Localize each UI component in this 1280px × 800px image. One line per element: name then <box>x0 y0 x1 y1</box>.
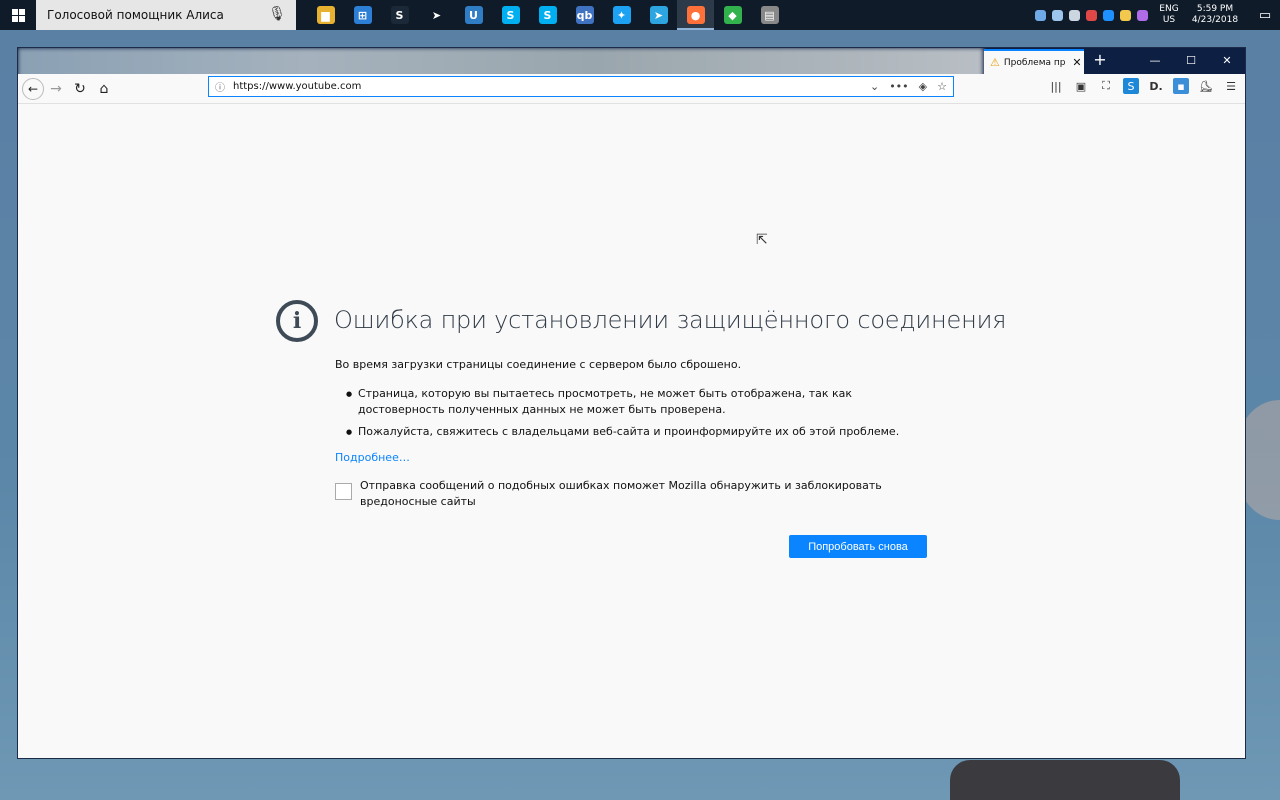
extension-badge-icon[interactable]: ▪ <box>1173 78 1189 94</box>
list-item: Пожалуйста, свяжитесь с владельцами веб-… <box>346 424 926 440</box>
tray-app-icon[interactable] <box>1137 9 1148 21</box>
taskbar-app[interactable]: S <box>529 0 566 30</box>
taskbar-app[interactable]: ◆ <box>714 0 751 30</box>
system-tray: ENG US 5:59 PM 4/23/2018 ▭ <box>1035 0 1280 30</box>
language-indicator[interactable]: ENG US <box>1158 4 1180 26</box>
error-bullets: Страница, которую вы пытаетесь просмотре… <box>346 386 926 446</box>
language-region: US <box>1162 15 1176 25</box>
close-tab-icon[interactable]: ✕ <box>1070 56 1084 69</box>
mouse-cursor-icon: ⇱ <box>756 232 768 248</box>
taskbar-app[interactable]: ▆ <box>307 0 344 30</box>
taskbar-app[interactable]: ➤ <box>640 0 677 30</box>
menu-icon[interactable]: ☰ <box>1223 78 1239 94</box>
taskbar-apps: ▆ ⊞ S ➤ U S Sqb ✦ ➤ ● ◆ ▤ <box>307 0 788 30</box>
warning-icon: ⚠ <box>990 56 1000 69</box>
page-actions-icon[interactable]: ••• <box>889 80 908 93</box>
taskbar-app[interactable]: U <box>455 0 492 30</box>
bookmark-star-icon[interactable]: ☆ <box>937 80 947 93</box>
error-page: ⇱ i Ошибка при установлении защищённого … <box>18 104 1245 758</box>
window-controls: — ☐ ✕ <box>1137 48 1245 74</box>
taskbar-app[interactable]: ▤ <box>751 0 788 30</box>
forward-button[interactable]: → <box>44 77 68 101</box>
tray-app-icon[interactable] <box>1103 9 1114 21</box>
windows-icon <box>11 8 25 22</box>
taskbar-app[interactable]: ⊞ <box>344 0 381 30</box>
maximize-icon[interactable]: ☐ <box>1173 48 1209 74</box>
learn-more-link[interactable]: Подробнее… <box>335 451 410 464</box>
report-checkbox[interactable] <box>335 483 352 500</box>
language-code: ENG <box>1159 4 1179 14</box>
url-input[interactable] <box>233 81 870 92</box>
extension-d-icon[interactable]: D. <box>1148 78 1164 94</box>
browser-window: ⚠ Проблема пр ✕ + — ☐ ✕ ← → ↻ ⌂ ⓘ ⌄ ••• … <box>17 47 1246 759</box>
skype-icon: S <box>501 6 520 24</box>
file-explorer-icon: ▆ <box>316 6 335 24</box>
voice-assistant-label: Голосовой помощник Алиса <box>47 8 224 22</box>
navigation-toolbar: ← → ↻ ⌂ ⓘ ⌄ ••• ◈ ☆ ||| ▣ ⛶ S D. ▪ ⛸ ☰ <box>18 74 1245 104</box>
report-row: Отправка сообщений о подобных ошибках по… <box>335 478 935 510</box>
pocket-icon[interactable]: ◈ <box>919 80 927 93</box>
taskbar: Голосовой помощник Алиса 🎙 ▆ ⊞ S ➤ U S Sqb ✦ ➤ ● ◆… <box>0 0 1280 30</box>
extension-shoe-icon[interactable]: ⛸ <box>1198 78 1214 94</box>
clock-time: 5:59 PM <box>1196 4 1234 14</box>
clock[interactable]: 5:59 PM 4/23/2018 <box>1190 4 1240 26</box>
voice-assistant-box[interactable]: Голосовой помощник Алиса 🎙 <box>36 0 296 30</box>
qbittorrent-icon: qb <box>575 6 594 24</box>
tray-icons <box>1035 9 1148 21</box>
tab-title: Проблема пр <box>1003 57 1066 68</box>
skype-icon-2: S <box>538 6 557 24</box>
extension-s-icon[interactable]: S <box>1123 78 1139 94</box>
close-window-icon[interactable]: ✕ <box>1209 48 1245 74</box>
browser-titlebar: ⚠ Проблема пр ✕ + — ☐ ✕ <box>18 48 1245 82</box>
sidebar-icon[interactable]: ▣ <box>1073 78 1089 94</box>
notification-center-icon[interactable]: ▭ <box>1250 8 1280 23</box>
twitter-icon: ✦ <box>612 6 631 24</box>
home-button[interactable]: ⌂ <box>92 77 116 101</box>
error-title: Ошибка при установлении защищённого соед… <box>334 306 1007 334</box>
store-icon: ⊞ <box>353 6 372 24</box>
screenshot-icon[interactable]: ⛶ <box>1098 78 1114 94</box>
info-icon[interactable]: ⓘ <box>215 79 233 94</box>
minimize-icon[interactable]: — <box>1137 48 1173 74</box>
clock-date: 4/23/2018 <box>1191 15 1239 25</box>
taskbar-app[interactable]: qb <box>566 0 603 30</box>
start-button[interactable] <box>0 0 36 30</box>
new-tab-button[interactable]: + <box>1089 50 1111 69</box>
telegram-icon-2: ➤ <box>649 6 668 24</box>
uplay-icon: U <box>464 6 483 24</box>
chevron-down-icon[interactable]: ⌄ <box>870 80 879 93</box>
library-icon[interactable]: ||| <box>1048 78 1064 94</box>
back-button[interactable]: ← <box>22 77 44 100</box>
tray-app-icon[interactable] <box>1120 9 1131 21</box>
taskbar-app[interactable]: ● <box>677 0 714 30</box>
vpn-icon: ◆ <box>723 6 742 24</box>
reload-button[interactable]: ↻ <box>68 77 92 101</box>
desktop-wallpaper-fragment-2 <box>950 760 1180 800</box>
error-description: Во время загрузки страницы соединение с … <box>335 358 742 371</box>
apps-icon: ▤ <box>760 6 779 24</box>
telegram-icon: ➤ <box>427 6 446 24</box>
microphone-muted-icon[interactable]: 🎙 <box>268 6 286 22</box>
report-label: Отправка сообщений о подобных ошибках по… <box>360 479 882 508</box>
steam-icon: S <box>390 6 409 24</box>
tray-app-icon[interactable] <box>1069 9 1080 21</box>
try-again-button[interactable]: Попробовать снова <box>789 535 927 558</box>
info-circle-icon: i <box>276 300 318 342</box>
taskbar-app[interactable]: S <box>492 0 529 30</box>
tray-app-icon[interactable] <box>1035 9 1046 21</box>
firefox-icon: ● <box>686 6 705 24</box>
toolbar-extensions: ||| ▣ ⛶ S D. ▪ ⛸ ☰ <box>1048 78 1239 94</box>
tray-app-icon[interactable] <box>1086 9 1097 21</box>
tray-app-icon[interactable] <box>1052 9 1063 21</box>
taskbar-app[interactable]: S <box>381 0 418 30</box>
taskbar-app[interactable]: ✦ <box>603 0 640 30</box>
desktop-wallpaper-fragment <box>1240 400 1280 520</box>
list-item: Страница, которую вы пытаетесь просмотре… <box>346 386 926 418</box>
tab-active[interactable]: ⚠ Проблема пр ✕ <box>984 49 1084 74</box>
url-bar[interactable]: ⓘ ⌄ ••• ◈ ☆ <box>208 76 954 97</box>
taskbar-app[interactable]: ➤ <box>418 0 455 30</box>
